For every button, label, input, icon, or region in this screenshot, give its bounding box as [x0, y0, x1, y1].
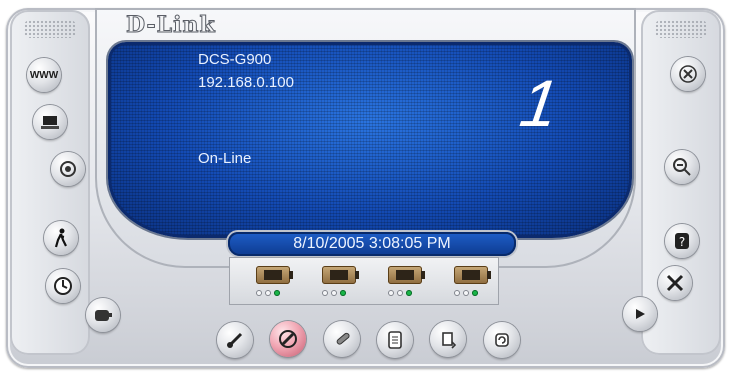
camera-icon: [322, 266, 359, 284]
connection-status: On-Line: [198, 150, 252, 167]
camera-ip: 192.168.0.100: [198, 74, 294, 91]
help-icon: ?: [672, 231, 692, 251]
web-button[interactable]: WWW: [27, 58, 61, 92]
channel-number: 1: [516, 66, 564, 140]
camera-strip: [229, 257, 499, 305]
switch-button[interactable]: [430, 321, 466, 357]
plug-icon: [225, 330, 245, 350]
www-icon: WWW: [29, 69, 59, 81]
camera-status-lights: [454, 290, 481, 296]
speaker-grille-left: [24, 20, 76, 38]
camera-slot-3[interactable]: [384, 264, 428, 302]
rotate-icon: [438, 329, 458, 349]
camera-status-lights: [388, 290, 415, 296]
camera-status-lights: [256, 290, 283, 296]
refresh-button[interactable]: [484, 322, 520, 358]
camera-slot-2[interactable]: [318, 264, 362, 302]
ptz-button[interactable]: [86, 298, 120, 332]
camera-slot-1[interactable]: [252, 264, 296, 302]
status-display: DCS-G900 192.168.0.100 On-Line 1: [108, 42, 632, 238]
record-button[interactable]: [51, 152, 85, 186]
play-button[interactable]: [623, 297, 657, 331]
date-time-bar: 8/10/2005 3:08:05 PM: [228, 232, 516, 256]
walking-person-icon: [53, 228, 69, 248]
play-icon: [633, 307, 647, 321]
pencil-icon: [332, 329, 352, 349]
zoom-out-icon: [672, 157, 692, 177]
target-icon: [59, 160, 77, 178]
dlink-logo: D-Link: [126, 12, 216, 39]
zoom-button[interactable]: [665, 150, 699, 184]
hand-icon: [93, 307, 113, 323]
motion-button[interactable]: [44, 221, 78, 255]
clock-icon: [53, 276, 73, 296]
camera-icon: [388, 266, 425, 284]
connect-button[interactable]: [217, 322, 253, 358]
schedule-button[interactable]: [46, 269, 80, 303]
camera-model: DCS-G900: [198, 51, 272, 68]
monitor-icon: [41, 114, 59, 130]
close-icon: [678, 64, 698, 84]
close-button[interactable]: [671, 57, 705, 91]
clipboard-icon: [387, 330, 403, 350]
camera-icon: [454, 266, 491, 284]
refresh-icon: [492, 330, 512, 350]
disconnect-button[interactable]: [270, 321, 306, 357]
settings-button[interactable]: [658, 266, 692, 300]
camera-icon: [256, 266, 293, 284]
no-plug-icon: [278, 329, 298, 349]
camera-status-lights: [322, 290, 349, 296]
snapshot-button[interactable]: [33, 105, 67, 139]
log-button[interactable]: [377, 322, 413, 358]
speaker-grille-right: [655, 20, 707, 38]
camera-slot-4[interactable]: [450, 264, 494, 302]
tools-icon: [665, 273, 685, 293]
help-button[interactable]: ?: [665, 224, 699, 258]
svg-text:?: ?: [679, 235, 685, 249]
edit-button[interactable]: [324, 321, 360, 357]
